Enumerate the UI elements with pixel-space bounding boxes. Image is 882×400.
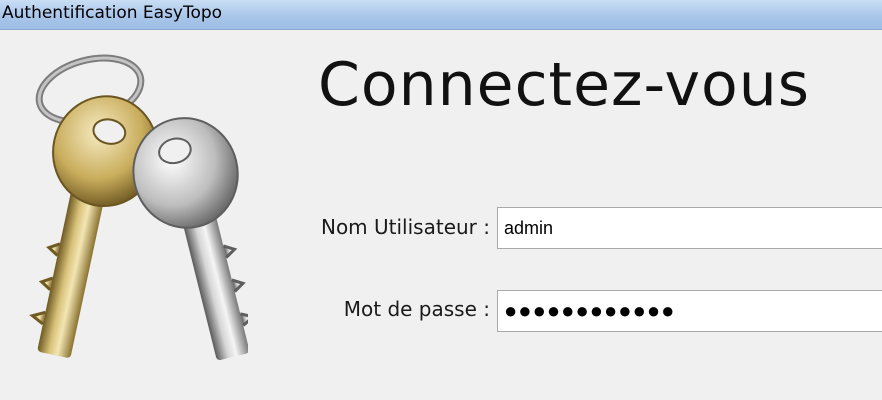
username-field[interactable] — [497, 207, 882, 249]
keys-icon — [29, 54, 248, 361]
page-title: Connectez-vous — [318, 50, 811, 120]
window-title: Authentification EasyTopo — [2, 3, 223, 23]
password-field[interactable] — [497, 290, 882, 332]
username-label: Nom Utilisateur : — [320, 215, 490, 239]
password-label: Mot de passe : — [343, 297, 490, 321]
window-titlebar[interactable]: Authentification EasyTopo — [0, 0, 882, 30]
